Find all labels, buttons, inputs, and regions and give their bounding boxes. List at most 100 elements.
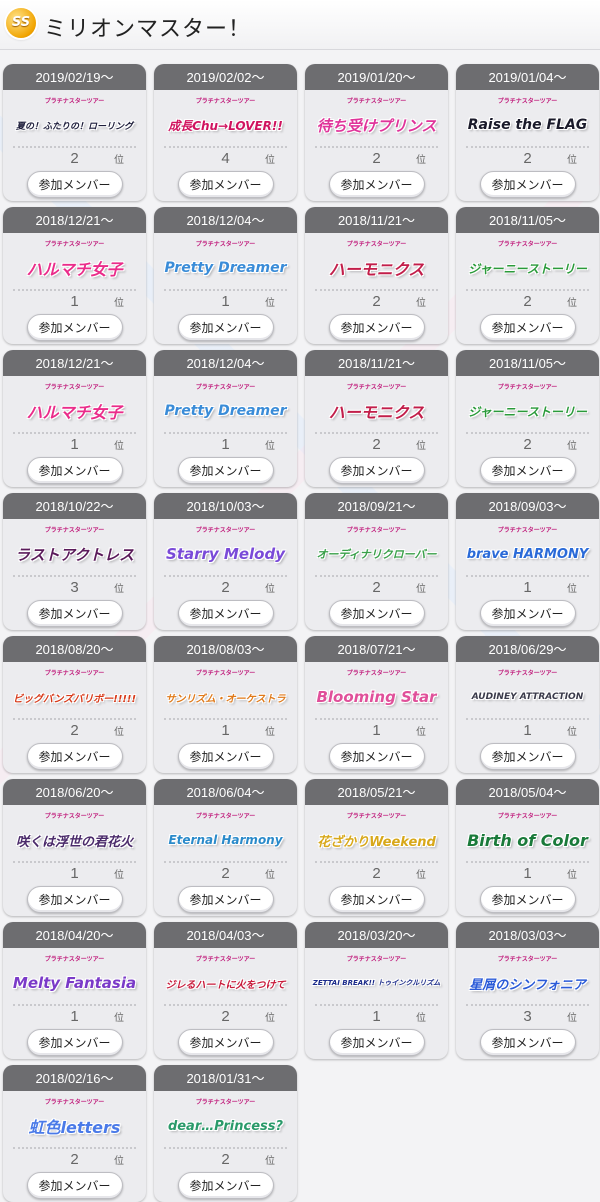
participating-members-button[interactable]: 参加メンバー — [479, 600, 576, 627]
participating-members-button[interactable]: 参加メンバー — [328, 314, 425, 341]
event-logo-sublabel: プラチナスターツアー — [195, 241, 256, 248]
rank-unit: 位 — [416, 727, 426, 738]
event-date: 2019/01/04～ — [456, 64, 599, 90]
event-rank: 1位 — [154, 720, 297, 742]
event-logo: プラチナスターツアー Raise the FLAG — [466, 96, 589, 146]
event-logo-title: ハルマチ女子 — [26, 403, 123, 422]
rank-value: 1 — [70, 1008, 79, 1025]
rank-value: 1 — [523, 865, 532, 882]
event-rank: 2位 — [305, 291, 448, 313]
event-logo-sublabel: プラチナスターツアー — [497, 813, 558, 820]
participating-members-button[interactable]: 参加メンバー — [328, 886, 425, 913]
participating-members-button[interactable]: 参加メンバー — [177, 1029, 274, 1056]
rank-unit: 位 — [265, 441, 275, 452]
participating-members-button[interactable]: 参加メンバー — [328, 743, 425, 770]
event-date: 2018/06/29～ — [456, 636, 599, 662]
event-card: 2018/09/03～ プラチナスターツアー brave HARMONY 1 位参加メン… — [456, 493, 599, 630]
event-logo: プラチナスターツアー 花ざかりWeekend — [315, 811, 438, 861]
event-logo: プラチナスターツアー 星屑のシンフォニア — [466, 954, 589, 1004]
event-logo-title: 待ち受けプリンス — [316, 116, 437, 135]
event-logo-sublabel: プラチナスターツアー — [195, 98, 256, 105]
participating-members-button[interactable]: 参加メンバー — [177, 600, 274, 627]
event-rank: 2位 — [456, 434, 599, 456]
participating-members-button[interactable]: 参加メンバー — [26, 1172, 123, 1199]
participating-members-button[interactable]: 参加メンバー — [26, 743, 123, 770]
event-logo-sublabel: プラチナスターツアー — [44, 241, 105, 248]
event-logo-title: ZETTAI BREAK!! トゥインクルリズム — [312, 979, 441, 987]
event-card: 2018/11/21～ プラチナスターツアー ハーモニクス 2 位参加メンバー — [305, 350, 448, 487]
participating-members-button[interactable]: 参加メンバー — [177, 171, 274, 198]
participating-members-button[interactable]: 参加メンバー — [328, 600, 425, 627]
participating-members-button[interactable]: 参加メンバー — [479, 886, 576, 913]
event-logo: プラチナスターツアー Pretty Dreamer — [164, 382, 287, 432]
event-card: 2018/11/05～ プラチナスターツアー ジャーニーストーリー 2 位参加メンバー — [456, 207, 599, 344]
participating-members-button[interactable]: 参加メンバー — [177, 1172, 274, 1199]
event-rank: 1位 — [3, 863, 146, 885]
participating-members-button[interactable]: 参加メンバー — [479, 314, 576, 341]
event-logo-title: ジャーニーストーリー — [468, 261, 587, 276]
participating-members-button[interactable]: 参加メンバー — [479, 457, 576, 484]
event-card: 2019/02/02～ プラチナスターツアー 成長Chu→LOVER!! 4 位参加メン… — [154, 64, 297, 201]
participating-members-button[interactable]: 参加メンバー — [26, 457, 123, 484]
rank-value: 1 — [221, 722, 230, 739]
participating-members-button[interactable]: 参加メンバー — [26, 314, 123, 341]
rank-value: 3 — [70, 579, 79, 596]
participating-members-button[interactable]: 参加メンバー — [479, 743, 576, 770]
rank-value: 1 — [70, 293, 79, 310]
event-date: 2019/01/20～ — [305, 64, 448, 90]
event-logo: プラチナスターツアー Blooming Star — [315, 668, 438, 718]
rank-value: 2 — [221, 1008, 230, 1025]
event-logo: プラチナスターツアー Starry Melody — [164, 525, 287, 575]
rank-unit: 位 — [416, 155, 426, 166]
event-logo-title: Pretty Dreamer — [164, 260, 287, 276]
participating-members-button[interactable]: 参加メンバー — [177, 886, 274, 913]
rank-value: 2 — [221, 579, 230, 596]
participating-members-button[interactable]: 参加メンバー — [26, 171, 123, 198]
participating-members-button[interactable]: 参加メンバー — [26, 600, 123, 627]
participating-members-button[interactable]: 参加メンバー — [177, 743, 274, 770]
event-logo-sublabel: プラチナスターツアー — [497, 670, 558, 677]
event-logo-sublabel: プラチナスターツアー — [346, 98, 407, 105]
event-date: 2018/03/20～ — [305, 922, 448, 948]
event-rank: 1位 — [305, 1006, 448, 1028]
event-card: 2019/01/04～ プラチナスターツアー Raise the FLAG 2 位参加メ… — [456, 64, 599, 201]
event-rank: 3位 — [3, 577, 146, 599]
event-card: 2018/07/21～ プラチナスターツアー Blooming Star 1 位参加メン… — [305, 636, 448, 773]
participating-members-button[interactable]: 参加メンバー — [26, 886, 123, 913]
event-logo-title: ビッグバンズバリボー!!!!! — [12, 693, 137, 705]
event-card: 2018/06/20～ プラチナスターツアー 咲くは浮世の君花火 1 位参加メンバー — [3, 779, 146, 916]
event-date: 2018/12/21～ — [3, 207, 146, 233]
rank-unit: 位 — [114, 441, 124, 452]
participating-members-button[interactable]: 参加メンバー — [328, 171, 425, 198]
rank-value: 1 — [70, 436, 79, 453]
participating-members-button[interactable]: 参加メンバー — [26, 1029, 123, 1056]
participating-members-button[interactable]: 参加メンバー — [177, 314, 274, 341]
rank-value: 2 — [221, 865, 230, 882]
event-logo-title: Melty Fantasia — [12, 974, 137, 992]
event-card: 2018/10/22～ プラチナスターツアー ラストアクトレス 3 位参加メンバー — [3, 493, 146, 630]
event-logo-title: 夏の！ふたりの！ローリング — [15, 121, 133, 132]
participating-members-button[interactable]: 参加メンバー — [177, 457, 274, 484]
event-date: 2018/06/04～ — [154, 779, 297, 805]
event-card: 2018/06/04～ プラチナスターツアー Eternal Harmony 2 位参加… — [154, 779, 297, 916]
rank-value: 1 — [70, 865, 79, 882]
participating-members-button[interactable]: 参加メンバー — [328, 1029, 425, 1056]
event-logo-sublabel: プラチナスターツアー — [195, 813, 256, 820]
event-logo-title: オーディナリクローバー — [316, 548, 437, 561]
event-logo-title: 虹色letters — [28, 1118, 121, 1137]
event-card: 2018/10/03～ プラチナスターツアー Starry Melody 2 位参加メン… — [154, 493, 297, 630]
rank-unit: 位 — [114, 155, 124, 166]
event-rank: 2位 — [154, 577, 297, 599]
event-card: 2018/03/20～ プラチナスターツアー ZETTAI BREAK!! トゥイン… — [305, 922, 448, 1059]
event-logo: プラチナスターツアー待ち受けプリンス — [315, 96, 438, 146]
event-rank: 1位 — [3, 434, 146, 456]
event-logo-sublabel: プラチナスターツアー — [195, 527, 256, 534]
participating-members-button[interactable]: 参加メンバー — [479, 1029, 576, 1056]
rank-value: 2 — [70, 1151, 79, 1168]
participating-members-button[interactable]: 参加メンバー — [328, 457, 425, 484]
participating-members-button[interactable]: 参加メンバー — [479, 171, 576, 198]
event-date: 2018/04/20～ — [3, 922, 146, 948]
event-logo: プラチナスターツアー 成長Chu→LOVER!! — [164, 96, 287, 146]
rank-value: 2 — [221, 1151, 230, 1168]
rank-value: 3 — [523, 1008, 532, 1025]
